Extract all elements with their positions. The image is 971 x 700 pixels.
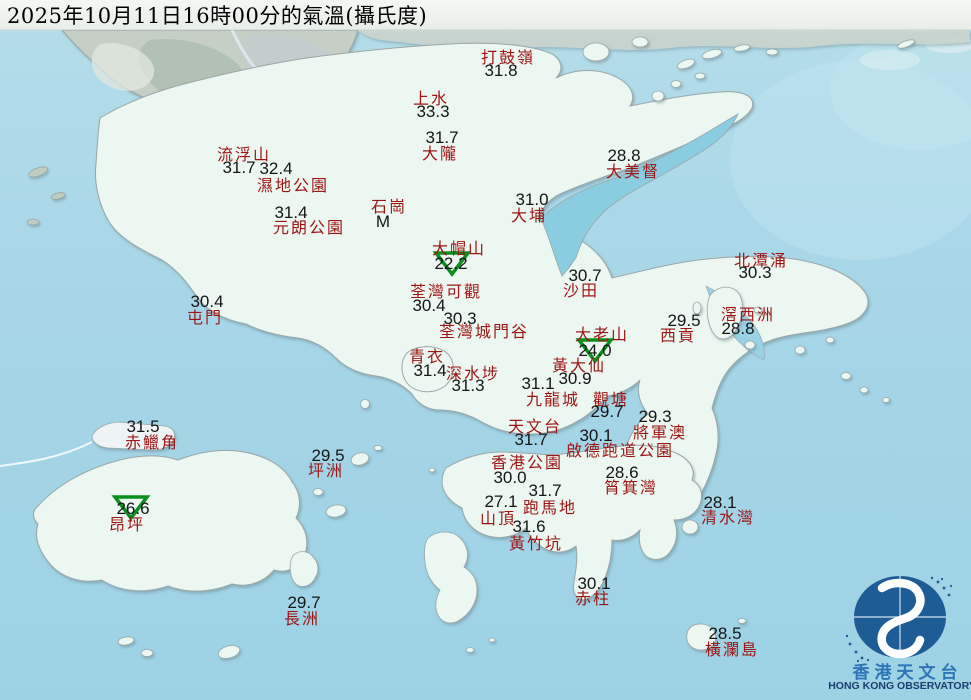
page-title: 2025年10月11日16時00分的氣溫(攝氏度) (7, 3, 428, 28)
station-temp: 31.7 (514, 430, 548, 449)
station-temp: 30.7 (568, 266, 602, 285)
station-temp: 31.4 (413, 361, 447, 380)
weather-map-screen: 2025年10月11日16時00分的氣溫(攝氏度) 31.8 打鼓嶺 33.3 上水 3… (0, 0, 971, 700)
station-temp: 27.1 (484, 492, 518, 511)
station-temp: 30.9 (558, 369, 592, 388)
station-temp: 24.0 (578, 341, 612, 360)
station-temp: 33.3 (416, 102, 450, 121)
hko-logo-english-text: HONG KONG OBSERVATORY (828, 680, 971, 692)
station-temp: M (375, 212, 391, 231)
station-temp: 31.8 (484, 61, 518, 80)
station-temp: 29.3 (638, 407, 672, 426)
station-temp: 29.7 (287, 593, 321, 612)
station-temp: 30.0 (493, 468, 527, 487)
station-temp: 30.4 (190, 292, 224, 311)
station-temp: 22.2 (434, 254, 468, 273)
station-temp: 29.5 (667, 311, 701, 330)
station-temp: 28.8 (721, 319, 755, 338)
station-temp: 31.7 (222, 158, 256, 177)
station-temp: 31.1 (521, 374, 555, 393)
hko-logo (845, 576, 953, 663)
station-temp: 31.5 (126, 417, 160, 436)
station-temp: 31.3 (451, 376, 485, 395)
station-temp: 30.4 (412, 296, 446, 315)
station-temp: 31.7 (425, 128, 459, 147)
station-temp: 30.3 (443, 309, 477, 328)
hko-emblem (845, 576, 953, 663)
stations-layer: 31.8 打鼓嶺 33.3 上水 31.7 大隴 31.7 流浮山 32.4 濕地公園 31.4 元朗… (0, 0, 971, 700)
station-temp: 28.6 (605, 463, 639, 482)
station-temp: 32.4 (259, 159, 293, 178)
station-temp: 29.5 (311, 446, 345, 465)
station-temp: 28.5 (708, 624, 742, 643)
station-temp: 28.8 (607, 146, 641, 165)
station-temp: 26.6 (116, 499, 150, 518)
station-temp: 31.0 (515, 190, 549, 209)
station-temp: 31.7 (528, 481, 562, 500)
station-temp: 28.1 (703, 493, 737, 512)
station-temp: 30.1 (577, 574, 611, 593)
station-temp: 31.6 (512, 517, 546, 536)
station-temp: 29.7 (590, 402, 624, 421)
station-temp: 30.1 (579, 426, 613, 445)
title-bar: 2025年10月11日16時00分的氣溫(攝氏度) (0, 0, 971, 30)
station-temp: 31.4 (274, 203, 308, 222)
station-temp: 30.3 (738, 263, 772, 282)
